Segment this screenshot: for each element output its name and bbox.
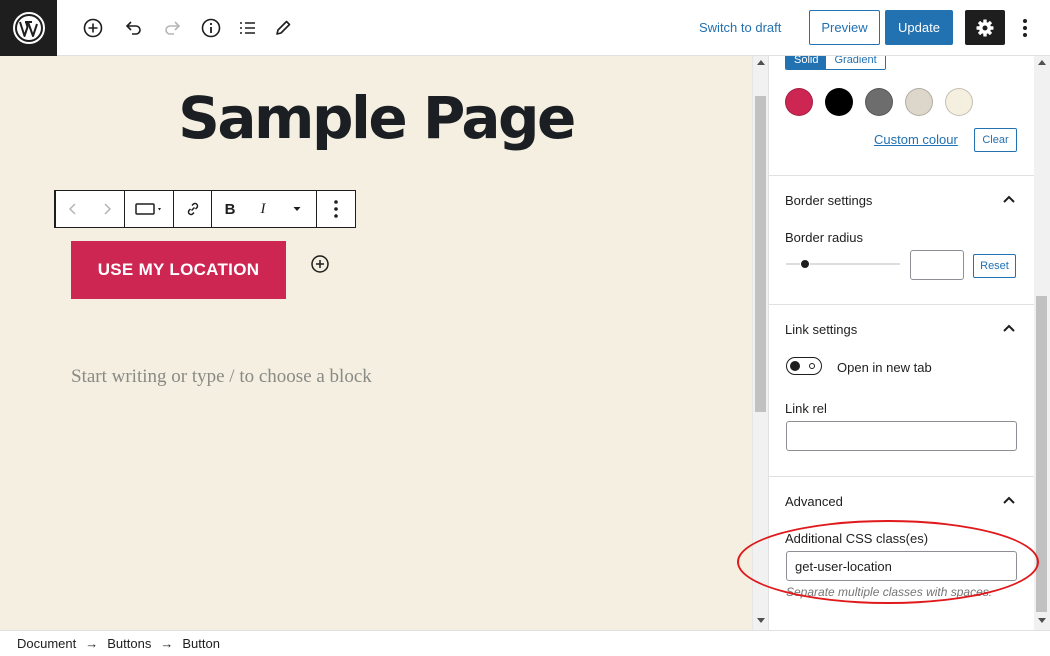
border-radius-reset-button[interactable]: Reset bbox=[973, 254, 1016, 278]
link-rel-label: Link rel bbox=[785, 401, 827, 416]
breadcrumb-item-document[interactable]: Document bbox=[17, 636, 76, 651]
clear-color-button[interactable]: Clear bbox=[974, 128, 1017, 152]
color-swatch-cream[interactable] bbox=[945, 88, 973, 116]
button-block-icon[interactable] bbox=[125, 191, 173, 227]
update-button[interactable]: Update bbox=[885, 10, 953, 45]
chevron-up-icon[interactable] bbox=[1001, 493, 1017, 509]
move-right-icon[interactable] bbox=[90, 191, 124, 227]
list-view-icon[interactable] bbox=[233, 14, 261, 42]
editor-canvas[interactable]: Sample Page B I USE MY LOCATION Start wr… bbox=[0, 56, 752, 630]
scroll-up-arrow-icon[interactable] bbox=[1038, 60, 1046, 65]
breadcrumb-separator: → bbox=[85, 636, 99, 651]
link-group bbox=[174, 191, 212, 227]
move-left-icon[interactable] bbox=[56, 191, 90, 227]
sidebar-scroll-thumb[interactable] bbox=[1036, 296, 1047, 612]
border-radius-slider-handle[interactable] bbox=[800, 259, 810, 269]
color-swatch-accent[interactable] bbox=[785, 88, 813, 116]
chevron-up-icon[interactable] bbox=[1001, 192, 1017, 208]
use-my-location-button[interactable]: USE MY LOCATION bbox=[71, 241, 286, 299]
color-swatch-light-gray[interactable] bbox=[905, 88, 933, 116]
undo-icon[interactable] bbox=[119, 14, 147, 42]
canvas-scrollbar[interactable] bbox=[752, 56, 768, 630]
switch-to-draft-link[interactable]: Switch to draft bbox=[699, 20, 781, 35]
link-icon[interactable] bbox=[174, 191, 211, 227]
settings-gear-icon[interactable] bbox=[965, 10, 1005, 45]
canvas-scroll-thumb[interactable] bbox=[755, 96, 766, 412]
breadcrumb-item-buttons[interactable]: Buttons bbox=[107, 636, 151, 651]
page-title[interactable]: Sample Page bbox=[0, 84, 752, 152]
options-group bbox=[316, 191, 355, 227]
scroll-down-arrow-icon[interactable] bbox=[757, 618, 765, 623]
breadcrumb-item-button[interactable]: Button bbox=[182, 636, 220, 651]
open-new-tab-label[interactable]: Open in new tab bbox=[837, 360, 932, 375]
css-classes-input[interactable]: get-user-location bbox=[786, 551, 1017, 581]
toggle-off-indicator bbox=[809, 363, 815, 369]
advanced-title[interactable]: Advanced bbox=[785, 494, 843, 509]
tools-pencil-icon[interactable] bbox=[269, 14, 297, 42]
link-settings-title[interactable]: Link settings bbox=[785, 322, 857, 337]
block-toolbar: B I bbox=[54, 190, 356, 228]
block-placeholder-text[interactable]: Start writing or type / to choose a bloc… bbox=[71, 366, 372, 388]
bold-button[interactable]: B bbox=[212, 191, 248, 227]
add-button-plus-icon[interactable] bbox=[310, 254, 330, 274]
css-classes-help: Separate multiple classes with spaces. bbox=[786, 585, 993, 599]
breadcrumb-separator: → bbox=[160, 636, 174, 651]
add-block-icon[interactable] bbox=[79, 14, 107, 42]
panel-divider bbox=[769, 476, 1034, 477]
redo-icon[interactable] bbox=[159, 14, 187, 42]
custom-colour-link[interactable]: Custom colour bbox=[874, 132, 958, 147]
color-type-toggle: Solid Gradient bbox=[785, 56, 886, 70]
chevron-up-icon[interactable] bbox=[1001, 321, 1017, 337]
wordpress-logo-icon[interactable] bbox=[0, 0, 57, 56]
toggle-knob bbox=[790, 361, 800, 371]
block-options-icon[interactable] bbox=[317, 191, 355, 227]
gradient-tab[interactable]: Gradient bbox=[826, 56, 885, 69]
scroll-down-arrow-icon[interactable] bbox=[1038, 618, 1046, 623]
format-group: B I bbox=[212, 191, 317, 227]
scroll-up-arrow-icon[interactable] bbox=[757, 60, 765, 65]
preview-button[interactable]: Preview bbox=[809, 10, 880, 45]
more-formats-chevron-icon[interactable] bbox=[278, 191, 316, 227]
color-swatch-black[interactable] bbox=[825, 88, 853, 116]
block-mover bbox=[56, 191, 125, 227]
panel-divider bbox=[769, 304, 1034, 305]
editor-header: Switch to draft Preview Update bbox=[0, 0, 1050, 56]
more-options-icon[interactable] bbox=[1015, 14, 1035, 42]
open-new-tab-toggle[interactable] bbox=[786, 357, 822, 375]
panel-divider bbox=[769, 175, 1034, 176]
breadcrumb: Document → Buttons → Button bbox=[0, 630, 1050, 656]
block-switcher[interactable] bbox=[125, 191, 174, 227]
css-classes-label: Additional CSS class(es) bbox=[785, 531, 929, 546]
link-rel-input[interactable] bbox=[786, 421, 1017, 451]
settings-sidebar: Solid Gradient Custom colour Clear Borde… bbox=[768, 56, 1034, 630]
details-info-icon[interactable] bbox=[197, 14, 225, 42]
solid-tab[interactable]: Solid bbox=[786, 56, 827, 69]
italic-button[interactable]: I bbox=[248, 191, 278, 227]
sidebar-scrollbar[interactable] bbox=[1034, 56, 1050, 630]
border-radius-label: Border radius bbox=[785, 230, 864, 245]
border-radius-input[interactable] bbox=[910, 250, 964, 280]
border-settings-title[interactable]: Border settings bbox=[785, 193, 872, 208]
color-swatch-gray[interactable] bbox=[865, 88, 893, 116]
